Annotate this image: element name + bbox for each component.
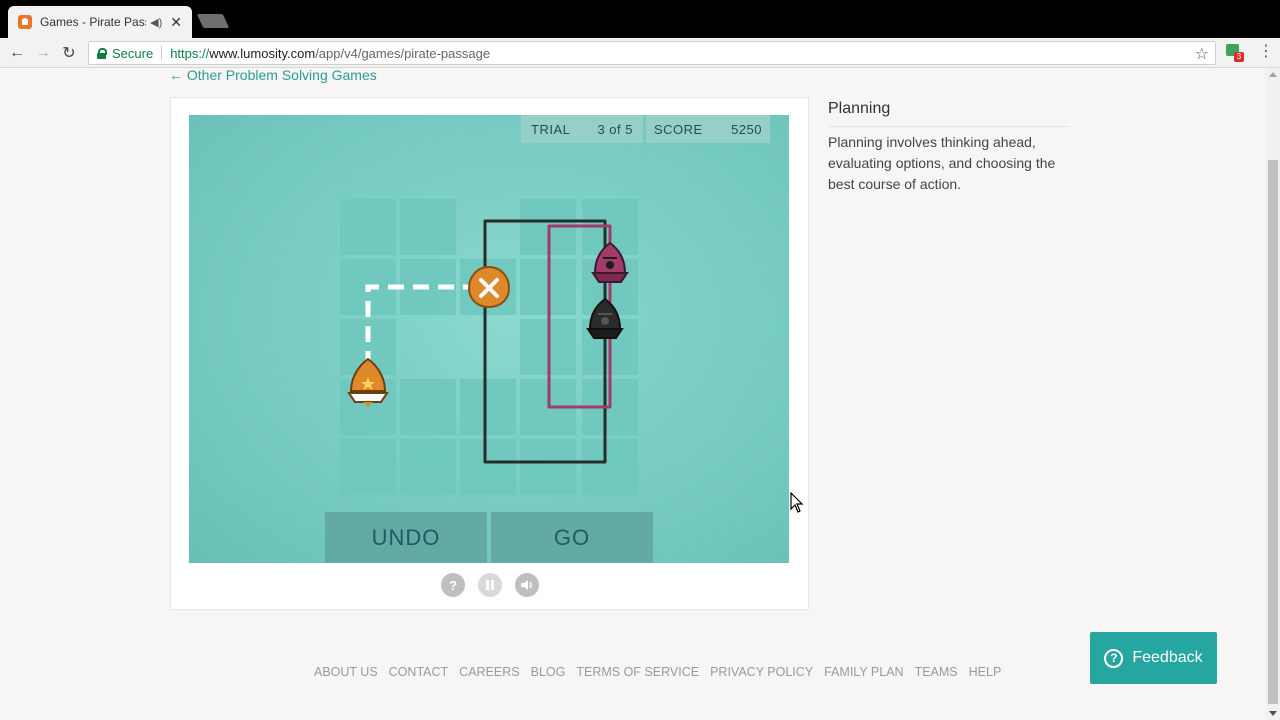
- sidebar-divider: [828, 126, 1070, 127]
- help-icon[interactable]: ?: [441, 573, 465, 597]
- pause-icon[interactable]: [478, 573, 502, 597]
- sea-tile[interactable]: [582, 439, 638, 495]
- sea-tile[interactable]: [460, 439, 516, 495]
- sea-tile[interactable]: [460, 379, 516, 435]
- board-svg: [340, 199, 638, 495]
- tab-title: Games - Pirate Passage: [40, 15, 146, 29]
- footer-link-blog[interactable]: BLOG: [531, 665, 566, 679]
- sea-tile-grid: [340, 199, 638, 495]
- bookmark-star-icon[interactable]: ☆: [1195, 44, 1209, 64]
- url-host: www.lumosity.com: [209, 45, 316, 61]
- sea-tile[interactable]: [400, 379, 456, 435]
- question-circle-icon: ?: [1104, 648, 1124, 668]
- footer-link-family-plan[interactable]: FAMILY PLAN: [824, 665, 903, 679]
- sea-tile[interactable]: [340, 439, 396, 495]
- sea-tile[interactable]: [400, 439, 456, 495]
- footer-link-help[interactable]: HELP: [969, 665, 1002, 679]
- sea-tile[interactable]: [400, 199, 456, 255]
- footer-link-teams[interactable]: TEAMS: [915, 665, 958, 679]
- forward-arrow-icon[interactable]: →: [32, 42, 54, 64]
- game-controls: ?: [441, 573, 539, 597]
- lock-icon: [97, 47, 107, 59]
- game-board[interactable]: TRIAL 3 of 5 SCORE 5250 UNDO GO: [189, 115, 789, 563]
- collision-marker-icon: [467, 265, 511, 309]
- browser-toolbar: ← → ↻ Secure https://www.lumosity.com/ap…: [0, 38, 1280, 68]
- secure-label: Secure: [112, 45, 154, 61]
- url-scheme: https://: [170, 45, 210, 61]
- new-tab-button[interactable]: [196, 14, 230, 28]
- scroll-thumb[interactable]: [1268, 160, 1278, 704]
- skill-title: Planning: [828, 100, 891, 117]
- sea-tile[interactable]: [520, 439, 576, 495]
- go-button[interactable]: GO: [491, 512, 653, 563]
- footer-link-about[interactable]: ABOUT US: [314, 665, 378, 679]
- extension-badge: 3: [1234, 52, 1244, 62]
- reload-icon[interactable]: ↻: [58, 42, 80, 64]
- footer-link-careers[interactable]: CAREERS: [459, 665, 519, 679]
- page-scrollbar[interactable]: [1266, 68, 1280, 720]
- extension-icon[interactable]: 3: [1226, 44, 1244, 62]
- browser-menu-icon[interactable]: ⋮: [1258, 42, 1274, 62]
- close-icon[interactable]: ✕: [170, 14, 182, 31]
- feedback-label: Feedback: [1132, 649, 1203, 666]
- address-bar[interactable]: Secure https://www.lumosity.com/app/v4/g…: [88, 41, 1216, 65]
- sound-icon[interactable]: [515, 573, 539, 597]
- browser-tab[interactable]: Games - Pirate Passage ◀) ✕: [8, 6, 192, 38]
- mouse-cursor-icon: [790, 492, 804, 513]
- url-path: /app/v4/games/pirate-passage: [315, 45, 491, 61]
- back-to-games-link[interactable]: ← Other Problem Solving Games: [169, 67, 377, 83]
- scroll-up-arrow-icon[interactable]: [1269, 72, 1277, 77]
- scroll-down-arrow-icon[interactable]: [1269, 711, 1277, 716]
- lumosity-favicon-icon: [18, 15, 32, 29]
- sea-tile[interactable]: [340, 199, 396, 255]
- footer-link-contact[interactable]: CONTACT: [389, 665, 449, 679]
- url-separator: [161, 46, 163, 60]
- browser-tab-bar: Games - Pirate Passage ◀) ✕: [0, 0, 1280, 38]
- undo-button[interactable]: UNDO: [325, 512, 487, 563]
- skill-description: Planning involves thinking ahead, evalua…: [828, 134, 1056, 192]
- footer-link-terms[interactable]: TERMS OF SERVICE: [576, 665, 699, 679]
- footer-link-privacy[interactable]: PRIVACY POLICY: [710, 665, 813, 679]
- speaker-icon[interactable]: ◀): [150, 16, 162, 29]
- footer-links: ABOUT US CONTACT CAREERS BLOG TERMS OF S…: [314, 665, 1001, 679]
- feedback-button[interactable]: ? Feedback: [1090, 632, 1217, 684]
- back-arrow-icon[interactable]: ←: [6, 42, 28, 64]
